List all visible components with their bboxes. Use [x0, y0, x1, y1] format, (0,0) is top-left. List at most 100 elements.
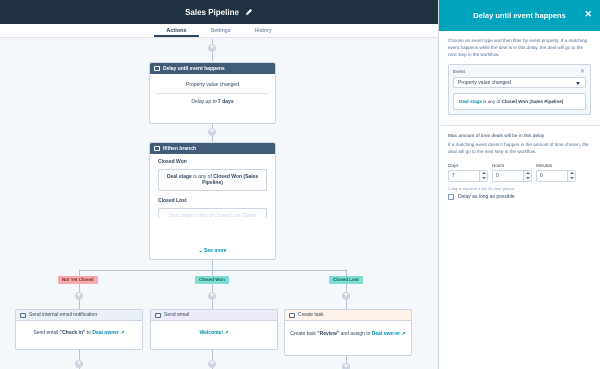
external-link-icon: ↗ [400, 331, 406, 337]
hours-value: 0 [496, 173, 499, 179]
delay-value: 7 days [218, 99, 234, 105]
external-link-icon: ↗ [222, 330, 229, 336]
create-task-card[interactable]: Create task Create task "Review" and ass… [284, 309, 412, 356]
minutes-stepper[interactable]: 0 [536, 170, 576, 182]
clock-icon [154, 66, 160, 71]
envelope-icon [20, 312, 26, 318]
external-link-icon: ↗ [119, 330, 125, 336]
envelope-icon [155, 312, 161, 318]
hours-label: Hours [492, 163, 505, 168]
branch-1-label: Closed Won [158, 159, 187, 165]
email-notification-card[interactable]: Send internal email notification Send em… [15, 309, 143, 350]
send-email-title: Send email [164, 312, 190, 318]
tab-actions[interactable]: Actions [154, 24, 199, 37]
create-task-header: Create task [285, 310, 411, 321]
close-icon[interactable]: ✕ [584, 9, 592, 20]
add-action-plus-icon[interactable]: + [342, 363, 350, 369]
task-icon [289, 312, 295, 318]
add-action-plus-icon[interactable]: + [208, 128, 216, 136]
tab-settings[interactable]: Settings [199, 24, 243, 37]
deal-owner-link[interactable]: Deal own-er [372, 331, 400, 337]
pencil-icon[interactable] [245, 8, 253, 16]
send-email-body: Welcome! ↗ [151, 321, 277, 341]
task-name: "Review" [317, 331, 340, 337]
delay-card[interactable]: Delay until event happens Property value… [149, 62, 276, 124]
hours-stepper[interactable]: 0 [492, 170, 532, 182]
add-action-plus-icon[interactable]: + [342, 292, 350, 300]
duration-hint: 1 day is equal to a full 24-hour period [448, 186, 514, 191]
welcome-email-link[interactable]: Welcome! [199, 330, 223, 336]
stepper-arrows-icon[interactable] [567, 171, 575, 181]
filter-property: Deal stage [459, 99, 482, 104]
create-task-body: Create task "Review" and assign to Deal … [285, 321, 411, 343]
delay-prefix: Delay up to [191, 99, 217, 105]
delay-card-duration: Delay up to 7 days [150, 94, 275, 110]
add-action-plus-icon[interactable]: + [208, 292, 216, 300]
stepper-arrows-icon[interactable] [523, 171, 531, 181]
branch-1-criteria: Deal stage is any of Closed Won (Sales P… [158, 169, 267, 191]
workflow-tabs: Actions Settings History [0, 24, 438, 38]
delay-max-checkbox[interactable] [448, 194, 454, 200]
minutes-field: Minutes 0 [536, 163, 578, 182]
create-task-title: Create task [298, 312, 324, 318]
days-label: Days [448, 163, 459, 168]
minutes-value: 0 [540, 173, 543, 179]
create-task-text: Create task [290, 331, 318, 337]
event-label: Event [453, 69, 465, 74]
email-notification-title: Send internal email notification [29, 312, 98, 318]
send-email-header: Send email [151, 310, 277, 321]
workflow-title[interactable]: Sales Pipeline [185, 8, 239, 17]
branch-2-label: Closed Lost [158, 198, 187, 204]
branch-tag-closed-won[interactable]: Closed Won [195, 276, 229, 284]
branch-tag-closed-lost[interactable]: Closed Lost [329, 276, 363, 284]
connector-line [212, 260, 213, 270]
panel-body: Choose an event type and then filter by … [439, 31, 600, 206]
email-notify-text: Send email [33, 330, 60, 336]
minutes-label: Minutes [536, 163, 553, 168]
email-notification-body: Send email "Check in" to Deal owner ↗ [16, 321, 142, 341]
max-time-description: If a matching event doesn't happen in th… [448, 142, 589, 154]
event-type-value: Property value changed [458, 79, 511, 86]
action-settings-panel: Delay until event happens ✕ Choose an ev… [438, 0, 600, 369]
delay-max-label: Delay as long as possible [458, 194, 515, 200]
workflow-canvas: + Delay until event happens Property val… [0, 39, 438, 369]
days-field: Days 7 [448, 163, 490, 182]
stepper-arrows-icon[interactable] [479, 171, 487, 181]
filter-operator: is any of [481, 99, 502, 104]
event-property-filter[interactable]: Deal stage is any of Closed Won (Sales P… [453, 93, 586, 110]
add-action-plus-icon[interactable]: + [208, 44, 216, 52]
divider [439, 125, 600, 126]
hours-field: Hours 0 [492, 163, 534, 182]
days-stepper[interactable]: 7 [448, 170, 488, 182]
send-email-card[interactable]: Send email Welcome! ↗ [150, 309, 278, 350]
see-more-label: See more [204, 248, 227, 254]
branch-card[interactable]: If/then branch Closed Won Deal stage is … [149, 142, 276, 260]
deal-owner-link[interactable]: Deal owner [92, 330, 119, 336]
branch-card-header: If/then branch [150, 143, 275, 154]
delay-card-event: Property value changed [186, 82, 239, 88]
panel-title: Delay until event happens [473, 11, 566, 20]
add-action-plus-icon[interactable]: + [75, 360, 83, 368]
task-assign-text: and assign to [339, 331, 372, 337]
workflow-header: Sales Pipeline [0, 0, 438, 24]
panel-header: Delay until event happens ✕ [439, 0, 600, 31]
branch-tag-not-yet-closed[interactable]: Not Yet Closed [58, 276, 98, 284]
event-type-select[interactable]: Property value changed [453, 77, 586, 88]
delay-card-header: Delay until event happens [150, 63, 275, 74]
event-filter-box: Event ✕ Property value changed Deal stag… [448, 64, 591, 115]
add-action-plus-icon[interactable]: + [208, 360, 216, 368]
delay-card-title: Delay until event happens [163, 65, 225, 72]
see-more-link[interactable]: ⌄ See more [150, 248, 275, 254]
add-action-plus-icon[interactable]: + [75, 292, 83, 300]
branch-card-title: If/then branch [163, 145, 197, 152]
filter-value: Closed Won (Sales Pipeline) [501, 99, 564, 104]
branch-2-criteria: Deal stage is any of Closed Lost (Sales [158, 208, 267, 218]
email-notification-header: Send internal email notification [16, 310, 142, 321]
branch-icon [154, 146, 160, 151]
remove-event-icon[interactable]: ✕ [580, 68, 585, 75]
max-time-title: Max amount of time deals will be in this… [448, 134, 545, 139]
panel-description: Choose an event type and then filter by … [448, 38, 588, 57]
delay-max-checkbox-row[interactable]: Delay as long as possible [448, 194, 591, 200]
delay-duration-fields: Days 7 Hours 0 Minutes 0 [448, 163, 591, 182]
tab-history[interactable]: History [242, 24, 283, 37]
